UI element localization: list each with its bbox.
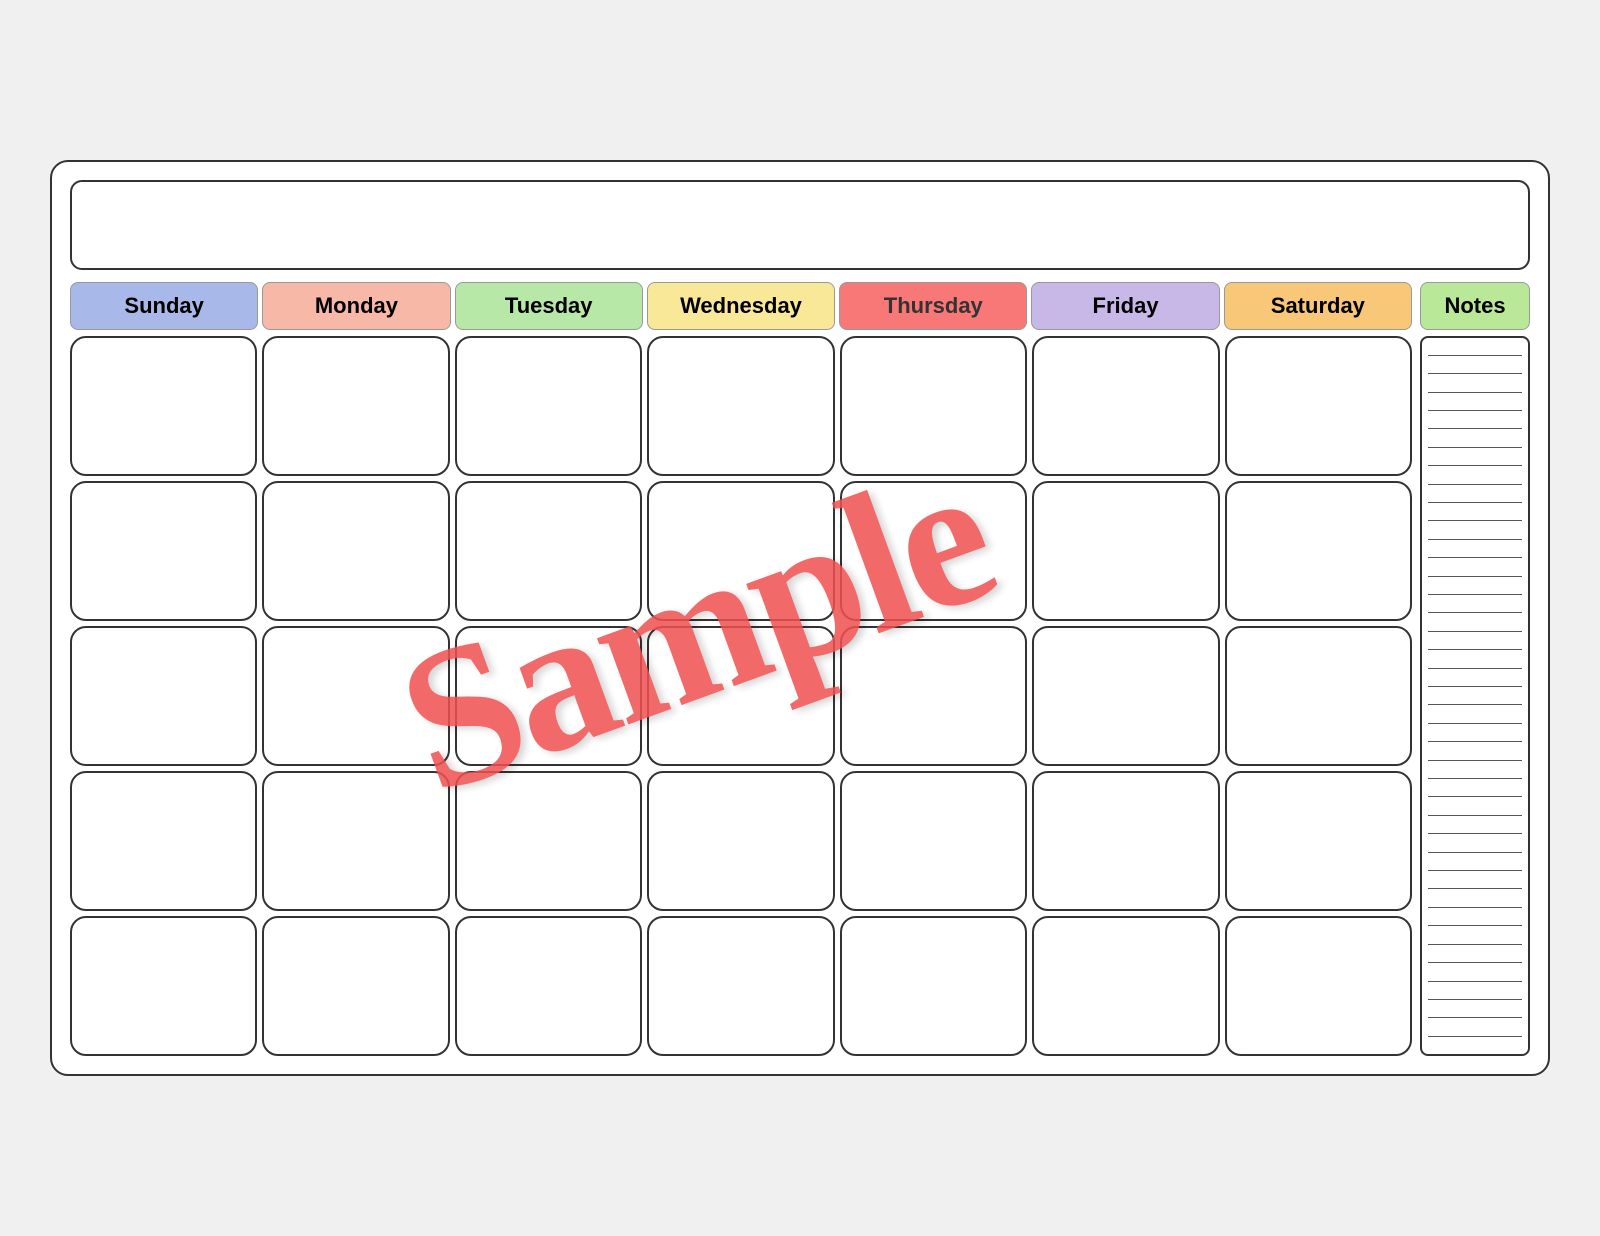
notes-line [1428,576,1522,577]
notes-line [1428,796,1522,797]
notes-line [1428,944,1522,945]
notes-line [1428,999,1522,1000]
day-cell[interactable] [455,916,642,1056]
notes-line [1428,686,1522,687]
notes-line [1428,1036,1522,1037]
day-cell[interactable] [1225,481,1412,621]
notes-line [1428,741,1522,742]
week-row-3 [70,626,1412,766]
weeks-container [70,336,1412,1056]
notes-line [1428,907,1522,908]
day-cell[interactable] [647,771,834,911]
calendar-main: Sunday Monday Tuesday Wednesday Thursday… [70,282,1530,1056]
day-cell[interactable] [1225,336,1412,476]
title-bar [70,180,1530,270]
notes-line [1428,981,1522,982]
day-cell[interactable] [1225,626,1412,766]
header-friday: Friday [1031,282,1219,330]
week-row-4 [70,771,1412,911]
week-row-1 [70,336,1412,476]
week-row-5 [70,916,1412,1056]
notes-line [1428,723,1522,724]
notes-line [1428,355,1522,356]
day-cell[interactable] [647,626,834,766]
day-cell[interactable] [262,481,449,621]
notes-line [1428,612,1522,613]
day-cell[interactable] [1225,916,1412,1056]
header-tuesday: Tuesday [455,282,643,330]
day-cell[interactable] [647,916,834,1056]
notes-line [1428,833,1522,834]
notes-line [1428,962,1522,963]
notes-lines-container[interactable] [1420,336,1530,1056]
day-cell[interactable] [70,771,257,911]
day-cell[interactable] [455,481,642,621]
header-monday: Monday [262,282,450,330]
calendar-wrapper: Sunday Monday Tuesday Wednesday Thursday… [50,160,1550,1076]
header-wednesday: Wednesday [647,282,835,330]
header-saturday: Saturday [1224,282,1412,330]
notes-line [1428,539,1522,540]
day-cell[interactable] [455,626,642,766]
notes-line [1428,778,1522,779]
notes-line [1428,484,1522,485]
notes-line [1428,502,1522,503]
header-thursday: Thursday [839,282,1027,330]
day-cell[interactable] [1032,336,1219,476]
notes-line [1428,428,1522,429]
notes-line [1428,852,1522,853]
day-cell[interactable] [1032,916,1219,1056]
day-cell[interactable] [70,626,257,766]
day-cell[interactable] [455,336,642,476]
day-cell[interactable] [840,481,1027,621]
day-cell[interactable] [840,626,1027,766]
notes-line [1428,373,1522,374]
day-cell[interactable] [647,336,834,476]
notes-line [1428,447,1522,448]
notes-line [1428,1017,1522,1018]
day-cell[interactable] [1032,481,1219,621]
notes-line [1428,520,1522,521]
week-row-2 [70,481,1412,621]
day-cell[interactable] [70,336,257,476]
header-row: Sunday Monday Tuesday Wednesday Thursday… [70,282,1412,330]
notes-line [1428,594,1522,595]
day-cell[interactable] [262,916,449,1056]
calendar-grid: Sunday Monday Tuesday Wednesday Thursday… [70,282,1412,1056]
notes-line [1428,557,1522,558]
notes-line [1428,631,1522,632]
notes-line [1428,410,1522,411]
day-cell[interactable] [70,916,257,1056]
notes-line [1428,760,1522,761]
notes-header: Notes [1420,282,1530,330]
day-cell[interactable] [70,481,257,621]
day-cell[interactable] [840,336,1027,476]
notes-line [1428,925,1522,926]
header-sunday: Sunday [70,282,258,330]
day-cell[interactable] [455,771,642,911]
day-cell[interactable] [1225,771,1412,911]
notes-line [1428,392,1522,393]
day-cell[interactable] [1032,626,1219,766]
notes-line [1428,465,1522,466]
day-cell[interactable] [840,771,1027,911]
notes-line [1428,888,1522,889]
day-cell[interactable] [262,626,449,766]
day-cell[interactable] [262,771,449,911]
day-cell[interactable] [1032,771,1219,911]
notes-line [1428,668,1522,669]
notes-line [1428,815,1522,816]
day-cell[interactable] [262,336,449,476]
notes-column: Notes [1420,282,1530,1056]
notes-line [1428,704,1522,705]
day-cell[interactable] [840,916,1027,1056]
notes-line [1428,649,1522,650]
notes-line [1428,870,1522,871]
day-cell[interactable] [647,481,834,621]
